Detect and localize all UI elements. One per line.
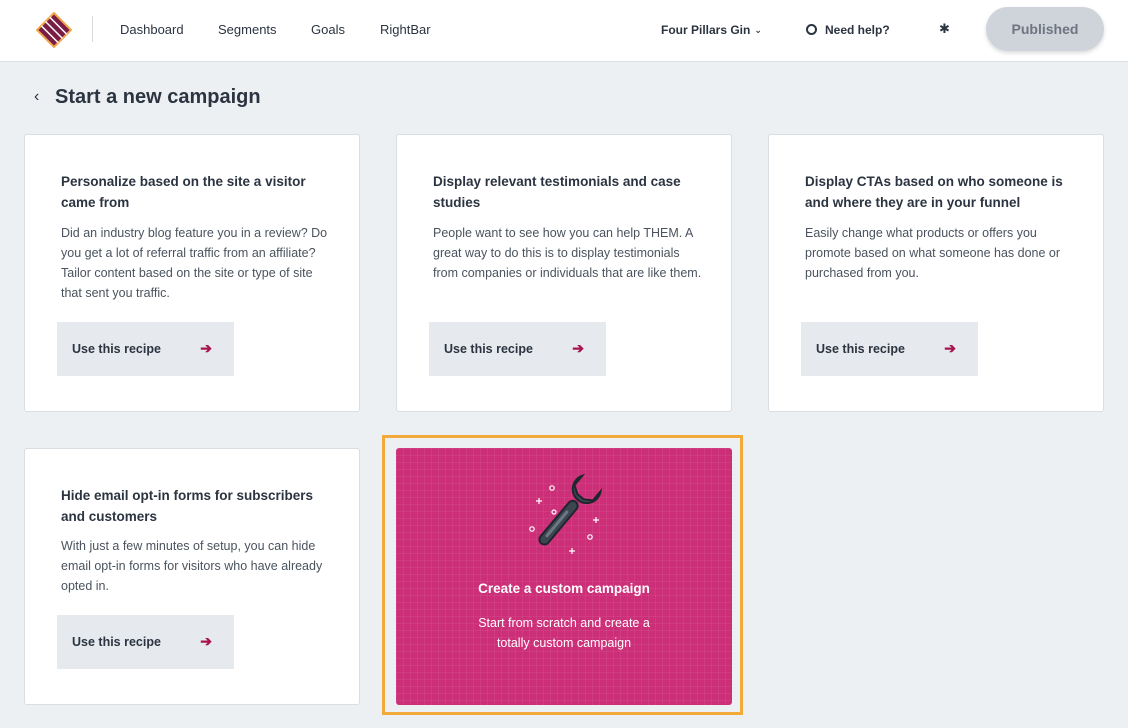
recipe-card: Personalize based on the site a visitor … [24,134,360,412]
recipe-description: Did an industry blog feature you in a re… [61,226,328,300]
nav-segments[interactable]: Segments [218,22,277,37]
recipe-card: Hide email opt-in forms for subscribers … [24,448,360,705]
recipe-title: Display relevant testimonials and case s… [433,174,681,210]
arrow-right-icon: ➔ [200,340,212,356]
help-link[interactable]: Need help? [806,23,890,37]
app-logo-icon[interactable] [34,12,74,48]
recipe-card: Display CTAs based on who someone is and… [768,134,1104,412]
custom-campaign-description: Start from scratch and create a totally … [478,616,650,650]
published-button[interactable]: Published [986,7,1104,51]
lifebuoy-icon [806,24,817,35]
recipe-card: Display relevant testimonials and case s… [396,134,732,412]
arrow-right-icon: ➔ [572,340,584,356]
nav-rightbar[interactable]: RightBar [380,22,431,37]
wrench-icon [529,473,603,554]
recipe-description: With just a few minutes of setup, you ca… [61,539,323,593]
arrow-right-icon: ➔ [200,633,212,649]
recipe-title: Personalize based on the site a visitor … [61,174,306,210]
account-switcher[interactable]: Four Pillars Gin ⌄ [661,23,762,37]
top-bar: Dashboard Segments Goals RightBar Four P… [0,0,1128,62]
recipe-title: Display CTAs based on who someone is and… [805,174,1063,210]
custom-campaign-title: Create a custom campaign [478,581,650,596]
nav-goals[interactable]: Goals [311,22,345,37]
logo-divider [92,16,93,42]
use-recipe-label: Use this recipe [72,635,161,649]
use-recipe-button[interactable]: Use this recipe ➔ [57,322,234,376]
use-recipe-label: Use this recipe [816,342,905,356]
use-recipe-button[interactable]: Use this recipe ➔ [801,322,978,376]
use-recipe-button[interactable]: Use this recipe ➔ [429,322,606,376]
use-recipe-label: Use this recipe [72,342,161,356]
recipe-description: People want to see how you can help THEM… [433,226,702,280]
nav-dashboard[interactable]: Dashboard [120,22,184,37]
account-name: Four Pillars Gin [661,23,751,37]
use-recipe-button[interactable]: Use this recipe ➔ [57,615,234,669]
help-label: Need help? [825,23,890,37]
create-custom-campaign-card[interactable]: Create a custom campaign Start from scra… [396,448,732,705]
page-title: Start a new campaign [55,86,261,108]
back-chevron-icon[interactable]: ‹ [34,88,39,106]
recipe-description: Easily change what products or offers yo… [805,226,1061,280]
chevron-down-icon: ⌄ [754,25,762,35]
arrow-right-icon: ➔ [944,340,956,356]
use-recipe-label: Use this recipe [444,342,533,356]
recipe-title: Hide email opt-in forms for subscribers … [61,488,314,524]
gear-icon[interactable]: ✱ [939,21,950,37]
